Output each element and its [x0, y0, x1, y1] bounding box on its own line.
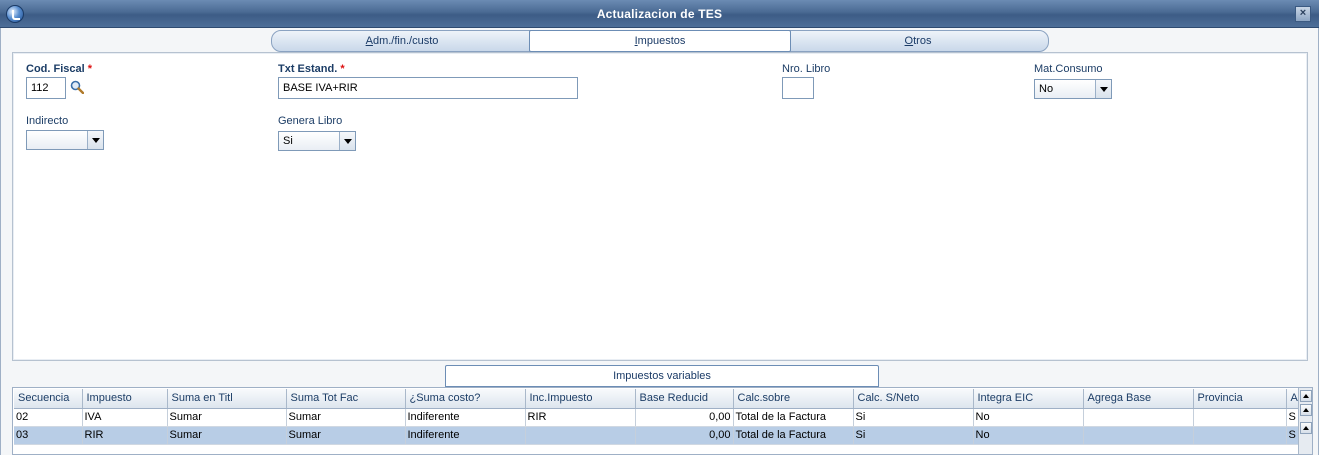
column-header[interactable]: Calc.sobre — [733, 389, 854, 409]
table-cell[interactable] — [1193, 408, 1287, 427]
scroll-up-icon[interactable] — [1300, 404, 1312, 416]
tab-label: tros — [913, 35, 932, 47]
table-cell[interactable] — [1083, 408, 1194, 427]
table-cell[interactable]: 03 — [14, 426, 83, 445]
table-cell[interactable] — [1193, 426, 1287, 445]
search-icon[interactable] — [70, 80, 84, 94]
main-window: Adm./fin./custo Impuestos Otros Cod. Fis… — [0, 28, 1319, 455]
column-header[interactable]: Impuesto — [82, 389, 168, 409]
column-header[interactable]: Calc. S/Neto — [853, 389, 974, 409]
table-cell[interactable]: Sumar — [167, 408, 287, 427]
nro-libro-label: Nro. Libro — [782, 63, 831, 75]
chevron-down-icon[interactable] — [87, 131, 103, 149]
nro-libro-input[interactable] — [782, 77, 814, 99]
column-header[interactable]: Suma en Titl — [167, 389, 287, 409]
column-header[interactable]: Integra EIC — [973, 389, 1084, 409]
close-button[interactable]: × — [1295, 6, 1311, 22]
title-bar: Actualizacion de TES × — [0, 0, 1319, 28]
tab-impuestos[interactable]: Impuestos — [529, 30, 791, 52]
tab-bar: Adm./fin./custo Impuestos Otros — [271, 30, 1049, 52]
tab-label-accel: A — [365, 35, 373, 47]
txt-estand-label: Txt Estand. * — [278, 63, 345, 75]
genera-libro-select[interactable]: Si — [278, 131, 356, 151]
column-header[interactable]: Provincia — [1193, 389, 1287, 409]
table-cell[interactable] — [1083, 426, 1194, 445]
table-cell[interactable]: Si — [853, 408, 974, 427]
genera-libro-value: Si — [283, 135, 293, 147]
table-cell[interactable]: Indiferente — [405, 408, 526, 427]
tab-label-accel: O — [904, 35, 914, 47]
column-header[interactable]: Inc.Impuesto — [525, 389, 636, 409]
column-header[interactable]: Secuencia — [14, 389, 83, 409]
chevron-down-icon[interactable] — [339, 132, 355, 150]
table-cell[interactable]: Sumar — [286, 426, 406, 445]
indirecto-select[interactable] — [26, 130, 104, 150]
column-header[interactable]: Agrega Base — [1083, 389, 1194, 409]
required-marker: * — [340, 63, 345, 75]
data-table: Secuencia Impuesto Suma en Titl Suma Tot… — [14, 389, 1300, 445]
table-cell[interactable]: 0,00 — [635, 426, 734, 445]
cod-fiscal-label: Cod. Fiscal * — [26, 63, 92, 75]
table-cell[interactable]: Total de la Factura — [733, 426, 854, 445]
indirecto-label: Indirecto — [26, 115, 69, 127]
table-cell[interactable]: Indiferente — [405, 426, 526, 445]
tab-otros[interactable]: Otros — [787, 30, 1049, 52]
scroll-up-icon[interactable] — [1300, 422, 1312, 434]
table-cell[interactable]: No — [973, 426, 1084, 445]
txt-estand-label-text: Txt Estand. — [278, 63, 338, 75]
txt-estand-input[interactable]: BASE IVA+RIR — [278, 77, 578, 99]
cod-fiscal-input[interactable]: 112 — [26, 77, 66, 99]
cod-fiscal-label-text: Cod. Fiscal — [26, 63, 85, 75]
table-cell[interactable]: No — [973, 408, 1084, 427]
tab-adm-fin-custo[interactable]: Adm./fin./custo — [271, 30, 533, 52]
scroll-top-icon[interactable] — [1300, 390, 1312, 402]
table-header-row: Secuencia Impuesto Suma en Titl Suma Tot… — [14, 389, 1300, 409]
mat-consumo-label: Mat.Consumo — [1034, 63, 1103, 75]
window-title: Actualizacion de TES — [596, 7, 723, 21]
table-cell[interactable]: 0,00 — [635, 408, 734, 427]
impuestos-panel: Cod. Fiscal * 112 Txt Estand. * BASE IVA… — [12, 52, 1308, 361]
table-cell[interactable]: RIR — [82, 426, 168, 445]
table-row[interactable]: 03 RIR Sumar Sumar Indiferente 0,00 Tota… — [14, 426, 1300, 445]
table-row[interactable]: 02 IVA Sumar Sumar Indiferente RIR 0,00 … — [14, 408, 1300, 427]
table-cell[interactable]: IVA — [82, 408, 168, 427]
chevron-down-icon[interactable] — [1095, 80, 1111, 98]
impuestos-variables-grid: Secuencia Impuesto Suma en Titl Suma Tot… — [12, 387, 1313, 455]
column-header[interactable]: Base Reducid — [635, 389, 734, 409]
table-cell[interactable]: Sumar — [286, 408, 406, 427]
tab-label: dm./fin./custo — [372, 35, 439, 47]
mat-consumo-value: No — [1039, 83, 1054, 95]
table-cell[interactable]: Si — [853, 426, 974, 445]
required-marker: * — [87, 63, 93, 75]
table-cell[interactable]: Sumar — [167, 426, 287, 445]
tab-impuestos-variables[interactable]: Impuestos variables — [445, 365, 879, 387]
column-header[interactable]: Suma Tot Fac — [286, 389, 406, 409]
vertical-scrollbar[interactable] — [1298, 388, 1312, 454]
table-cell[interactable]: Total de la Factura — [733, 408, 854, 427]
table-cell[interactable]: 02 — [14, 408, 83, 427]
mat-consumo-select[interactable]: No — [1034, 79, 1112, 99]
table-cell[interactable] — [525, 426, 636, 445]
genera-libro-label: Genera Libro — [278, 115, 343, 127]
tab-label: mpuestos — [637, 35, 686, 47]
column-header[interactable]: ¿Suma costo? — [405, 389, 526, 409]
table-cell[interactable]: RIR — [525, 408, 636, 427]
